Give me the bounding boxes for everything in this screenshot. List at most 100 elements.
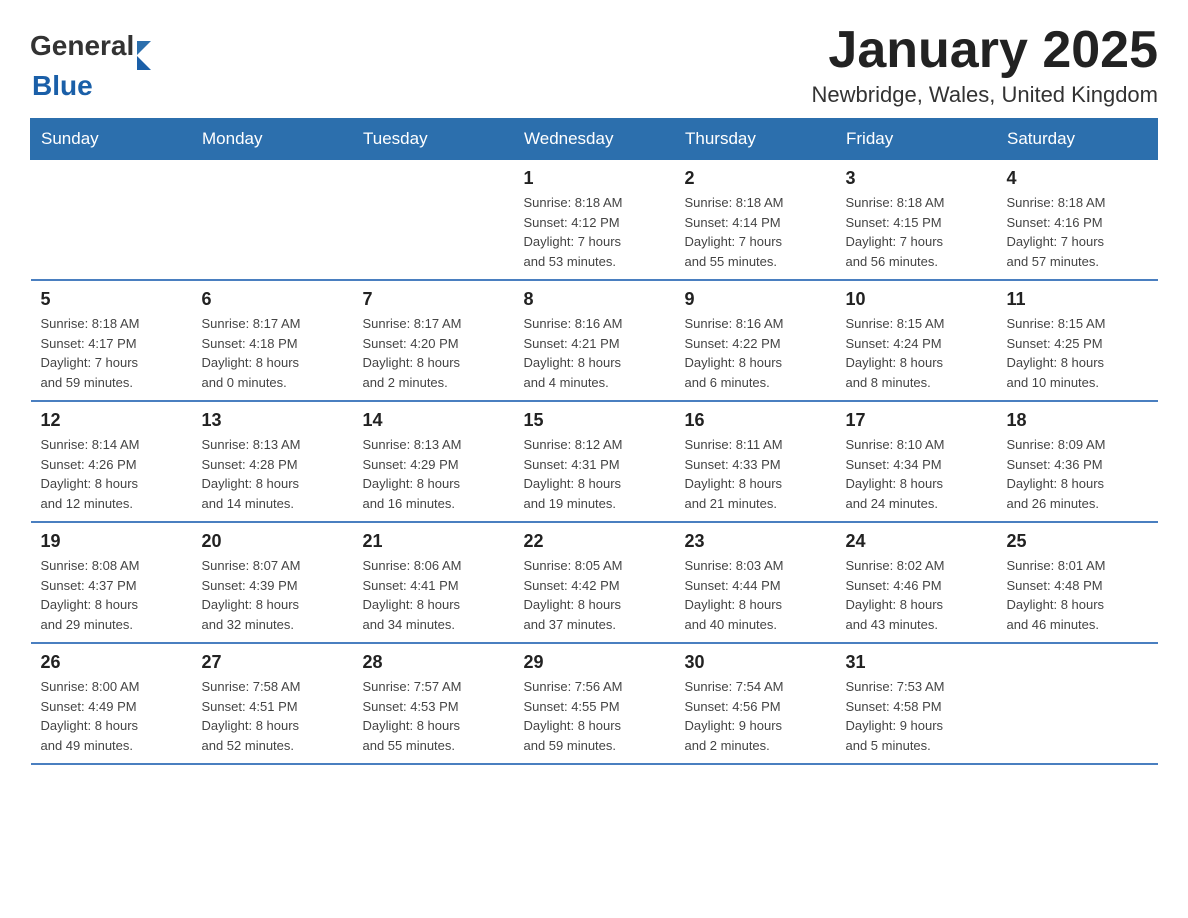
calendar-cell: 10 Sunrise: 8:15 AM Sunset: 4:24 PM Dayli… xyxy=(836,280,997,401)
day-number: 1 xyxy=(524,168,665,189)
day-number: 26 xyxy=(41,652,182,673)
calendar-cell: 11Sunrise: 8:15 AM Sunset: 4:25 PM Dayli… xyxy=(997,280,1158,401)
week-row-2: 5 Sunrise: 8:18 AM Sunset: 4:17 PM Daylig… xyxy=(31,280,1158,401)
day-info: Sunrise: 8:10 AM Sunset: 4:34 PM Dayligh… xyxy=(846,435,987,513)
day-number: 25 xyxy=(1007,531,1148,552)
calendar-table: SundayMondayTuesdayWednesdayThursdayFrid… xyxy=(30,118,1158,765)
week-row-5: 26 Sunrise: 8:00 AM Sunset: 4:49 PM Dayli… xyxy=(31,643,1158,764)
day-number: 10 xyxy=(846,289,987,310)
day-number: 28 xyxy=(363,652,504,673)
day-number: 4 xyxy=(1007,168,1148,189)
day-info: Sunrise: 8:13 AM Sunset: 4:28 PM Dayligh… xyxy=(202,435,343,513)
day-info: Sunrise: 8:18 AM Sunset: 4:12 PM Dayligh… xyxy=(524,193,665,271)
day-number: 9 xyxy=(685,289,826,310)
calendar-cell xyxy=(353,160,514,281)
calendar-cell: 15Sunrise: 8:12 AM Sunset: 4:31 PM Dayli… xyxy=(514,401,675,522)
calendar-cell: 18 Sunrise: 8:09 AM Sunset: 4:36 PM Dayli… xyxy=(997,401,1158,522)
day-number: 27 xyxy=(202,652,343,673)
day-number: 20 xyxy=(202,531,343,552)
week-row-4: 19 Sunrise: 8:08 AM Sunset: 4:37 PM Dayli… xyxy=(31,522,1158,643)
calendar-cell xyxy=(31,160,192,281)
calendar-cell: 3Sunrise: 8:18 AM Sunset: 4:15 PM Daylig… xyxy=(836,160,997,281)
day-info: Sunrise: 8:15 AM Sunset: 4:24 PM Dayligh… xyxy=(846,314,987,392)
day-number: 29 xyxy=(524,652,665,673)
day-number: 30 xyxy=(685,652,826,673)
day-info: Sunrise: 8:13 AM Sunset: 4:29 PM Dayligh… xyxy=(363,435,504,513)
day-number: 19 xyxy=(41,531,182,552)
day-info: Sunrise: 8:18 AM Sunset: 4:17 PM Dayligh… xyxy=(41,314,182,392)
day-info: Sunrise: 8:18 AM Sunset: 4:16 PM Dayligh… xyxy=(1007,193,1148,271)
calendar-cell xyxy=(997,643,1158,764)
day-info: Sunrise: 8:07 AM Sunset: 4:39 PM Dayligh… xyxy=(202,556,343,634)
calendar-cell: 1 Sunrise: 8:18 AM Sunset: 4:12 PM Daylig… xyxy=(514,160,675,281)
calendar-body: 1 Sunrise: 8:18 AM Sunset: 4:12 PM Daylig… xyxy=(31,160,1158,765)
week-row-3: 12 Sunrise: 8:14 AM Sunset: 4:26 PM Dayli… xyxy=(31,401,1158,522)
day-number: 7 xyxy=(363,289,504,310)
day-info: Sunrise: 7:53 AM Sunset: 4:58 PM Dayligh… xyxy=(846,677,987,755)
day-info: Sunrise: 7:58 AM Sunset: 4:51 PM Dayligh… xyxy=(202,677,343,755)
day-info: Sunrise: 8:16 AM Sunset: 4:22 PM Dayligh… xyxy=(685,314,826,392)
title-block: January 2025 Newbridge, Wales, United Ki… xyxy=(812,20,1158,108)
calendar-cell: 12 Sunrise: 8:14 AM Sunset: 4:26 PM Dayli… xyxy=(31,401,192,522)
header-day-saturday: Saturday xyxy=(997,119,1158,160)
day-info: Sunrise: 8:18 AM Sunset: 4:14 PM Dayligh… xyxy=(685,193,826,271)
day-info: Sunrise: 8:12 AM Sunset: 4:31 PM Dayligh… xyxy=(524,435,665,513)
day-number: 13 xyxy=(202,410,343,431)
day-info: Sunrise: 8:09 AM Sunset: 4:36 PM Dayligh… xyxy=(1007,435,1148,513)
day-info: Sunrise: 7:56 AM Sunset: 4:55 PM Dayligh… xyxy=(524,677,665,755)
calendar-cell: 22 Sunrise: 8:05 AM Sunset: 4:42 PM Dayli… xyxy=(514,522,675,643)
logo-general: General xyxy=(30,30,134,62)
calendar-cell: 28Sunrise: 7:57 AM Sunset: 4:53 PM Dayli… xyxy=(353,643,514,764)
day-info: Sunrise: 8:15 AM Sunset: 4:25 PM Dayligh… xyxy=(1007,314,1148,392)
calendar-cell: 24Sunrise: 8:02 AM Sunset: 4:46 PM Dayli… xyxy=(836,522,997,643)
day-info: Sunrise: 8:00 AM Sunset: 4:49 PM Dayligh… xyxy=(41,677,182,755)
calendar-cell: 14Sunrise: 8:13 AM Sunset: 4:29 PM Dayli… xyxy=(353,401,514,522)
day-info: Sunrise: 8:16 AM Sunset: 4:21 PM Dayligh… xyxy=(524,314,665,392)
day-number: 3 xyxy=(846,168,987,189)
day-info: Sunrise: 8:14 AM Sunset: 4:26 PM Dayligh… xyxy=(41,435,182,513)
calendar-cell: 7Sunrise: 8:17 AM Sunset: 4:20 PM Daylig… xyxy=(353,280,514,401)
day-info: Sunrise: 8:11 AM Sunset: 4:33 PM Dayligh… xyxy=(685,435,826,513)
day-info: Sunrise: 8:08 AM Sunset: 4:37 PM Dayligh… xyxy=(41,556,182,634)
calendar-cell: 20 Sunrise: 8:07 AM Sunset: 4:39 PM Dayli… xyxy=(192,522,353,643)
calendar-cell: 4 Sunrise: 8:18 AM Sunset: 4:16 PM Daylig… xyxy=(997,160,1158,281)
calendar-cell: 6Sunrise: 8:17 AM Sunset: 4:18 PM Daylig… xyxy=(192,280,353,401)
header-day-wednesday: Wednesday xyxy=(514,119,675,160)
logo: General Blue xyxy=(30,30,151,102)
day-number: 8 xyxy=(524,289,665,310)
calendar-cell: 5 Sunrise: 8:18 AM Sunset: 4:17 PM Daylig… xyxy=(31,280,192,401)
day-info: Sunrise: 8:17 AM Sunset: 4:18 PM Dayligh… xyxy=(202,314,343,392)
calendar-cell: 17Sunrise: 8:10 AM Sunset: 4:34 PM Dayli… xyxy=(836,401,997,522)
day-info: Sunrise: 8:01 AM Sunset: 4:48 PM Dayligh… xyxy=(1007,556,1148,634)
header-day-thursday: Thursday xyxy=(675,119,836,160)
day-number: 5 xyxy=(41,289,182,310)
day-number: 12 xyxy=(41,410,182,431)
day-info: Sunrise: 7:54 AM Sunset: 4:56 PM Dayligh… xyxy=(685,677,826,755)
calendar-cell: 29 Sunrise: 7:56 AM Sunset: 4:55 PM Dayli… xyxy=(514,643,675,764)
calendar-cell: 31 Sunrise: 7:53 AM Sunset: 4:58 PM Dayli… xyxy=(836,643,997,764)
header-row: SundayMondayTuesdayWednesdayThursdayFrid… xyxy=(31,119,1158,160)
logo-blue: Blue xyxy=(32,70,93,102)
day-number: 18 xyxy=(1007,410,1148,431)
calendar-cell: 19 Sunrise: 8:08 AM Sunset: 4:37 PM Dayli… xyxy=(31,522,192,643)
calendar-cell: 8 Sunrise: 8:16 AM Sunset: 4:21 PM Daylig… xyxy=(514,280,675,401)
day-info: Sunrise: 8:06 AM Sunset: 4:41 PM Dayligh… xyxy=(363,556,504,634)
header-day-sunday: Sunday xyxy=(31,119,192,160)
calendar-cell: 13 Sunrise: 8:13 AM Sunset: 4:28 PM Dayli… xyxy=(192,401,353,522)
page-subtitle: Newbridge, Wales, United Kingdom xyxy=(812,82,1158,108)
day-number: 23 xyxy=(685,531,826,552)
header-day-tuesday: Tuesday xyxy=(353,119,514,160)
day-info: Sunrise: 8:02 AM Sunset: 4:46 PM Dayligh… xyxy=(846,556,987,634)
calendar-cell: 25 Sunrise: 8:01 AM Sunset: 4:48 PM Dayli… xyxy=(997,522,1158,643)
day-number: 2 xyxy=(685,168,826,189)
day-info: Sunrise: 8:05 AM Sunset: 4:42 PM Dayligh… xyxy=(524,556,665,634)
day-number: 31 xyxy=(846,652,987,673)
page-header: General Blue January 2025 Newbridge, Wal… xyxy=(30,20,1158,108)
calendar-cell xyxy=(192,160,353,281)
calendar-cell: 2 Sunrise: 8:18 AM Sunset: 4:14 PM Daylig… xyxy=(675,160,836,281)
calendar-cell: 23Sunrise: 8:03 AM Sunset: 4:44 PM Dayli… xyxy=(675,522,836,643)
week-row-1: 1 Sunrise: 8:18 AM Sunset: 4:12 PM Daylig… xyxy=(31,160,1158,281)
page-title: January 2025 xyxy=(812,20,1158,80)
day-number: 21 xyxy=(363,531,504,552)
day-number: 22 xyxy=(524,531,665,552)
